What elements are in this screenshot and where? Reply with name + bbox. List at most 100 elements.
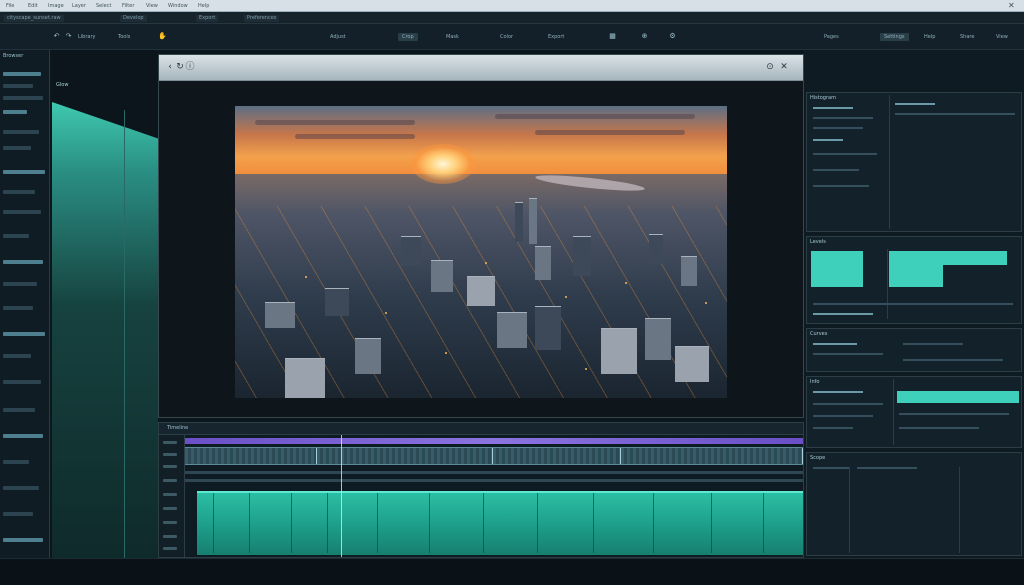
levels-swatch[interactable] [943, 251, 1007, 265]
panel-row[interactable] [3, 282, 37, 286]
keyframe[interactable] [377, 493, 378, 553]
settings-icon[interactable]: ⚙ [668, 32, 677, 41]
panel-row[interactable] [3, 512, 33, 516]
track-label[interactable] [163, 441, 177, 444]
keyframe[interactable] [537, 493, 538, 553]
toolbar-settings[interactable]: Settings [880, 33, 909, 41]
grid-icon[interactable]: ▦ [608, 32, 617, 41]
tab-export[interactable]: Export [196, 15, 219, 22]
panel-row[interactable] [3, 72, 41, 76]
track-row[interactable] [185, 479, 803, 482]
playhead[interactable] [341, 435, 342, 557]
keyframe[interactable] [483, 493, 484, 553]
keyframe[interactable] [327, 493, 328, 553]
clip-segment[interactable] [185, 448, 317, 464]
clip-segment[interactable] [317, 448, 493, 464]
panel-row[interactable] [3, 110, 27, 114]
clip-segment[interactable] [493, 448, 621, 464]
panel-row[interactable] [3, 84, 33, 88]
panel-row[interactable] [3, 306, 33, 310]
panel-row[interactable] [3, 146, 31, 150]
menu-filter[interactable]: Filter [122, 2, 134, 10]
back-icon[interactable]: ‹ [165, 62, 175, 72]
menu-edit[interactable]: Edit [28, 2, 38, 10]
toolbar-view[interactable]: View [996, 33, 1008, 41]
toolbar-mask[interactable]: Mask [446, 33, 459, 41]
track-label[interactable] [163, 521, 177, 524]
panel-row[interactable] [3, 260, 43, 264]
guide-line[interactable] [124, 110, 125, 558]
close-window-icon[interactable]: ✕ [1008, 2, 1016, 10]
toolbar-help[interactable]: Help [924, 33, 935, 41]
purple-audio-track[interactable] [185, 438, 803, 444]
video-clip-track[interactable] [185, 447, 803, 465]
keyframe[interactable] [429, 493, 430, 553]
panel-row[interactable] [3, 210, 41, 214]
track-label[interactable] [163, 507, 177, 510]
keyframe[interactable] [763, 493, 764, 553]
toolbar-pages[interactable]: Pages [824, 33, 839, 41]
toolbar-export[interactable]: Export [548, 33, 564, 41]
keyframe[interactable] [653, 493, 654, 553]
info-bar[interactable] [897, 391, 1019, 403]
close-icon[interactable]: ✕ [779, 62, 789, 72]
tab-preferences[interactable]: Preferences [244, 15, 280, 22]
viewer-canvas[interactable] [159, 81, 803, 417]
keyframe[interactable] [249, 493, 250, 553]
track-label[interactable] [163, 479, 177, 482]
clip-segment[interactable] [621, 448, 803, 464]
toolbar-crop[interactable]: Crop [398, 33, 418, 41]
panel-row[interactable] [3, 190, 35, 194]
levels-swatch[interactable] [811, 251, 863, 287]
menu-select[interactable]: Select [96, 2, 111, 10]
menu-layer[interactable]: Layer [72, 2, 86, 10]
track-label[interactable] [163, 493, 177, 496]
hand-icon[interactable]: ✋ [158, 32, 167, 41]
levels-swatch[interactable] [889, 251, 943, 287]
track-label[interactable] [163, 465, 177, 468]
tab-document[interactable]: cityscape_sunset.raw [4, 15, 64, 22]
keyframe[interactable] [291, 493, 292, 553]
toolbar-adjust[interactable]: Adjust [330, 33, 346, 41]
track-label[interactable] [163, 453, 177, 456]
track-row[interactable] [185, 471, 803, 474]
toolbar-library[interactable]: Library [78, 33, 95, 41]
track-label[interactable] [163, 535, 177, 538]
menu-image[interactable]: Image [48, 2, 64, 10]
zoom-icon[interactable]: ⊕ [640, 32, 649, 41]
menu-help[interactable]: Help [198, 2, 209, 10]
panel-row[interactable] [3, 170, 45, 174]
data-line [813, 303, 1013, 305]
building [355, 338, 381, 374]
toolbar-share[interactable]: Share [960, 33, 974, 41]
panel-row[interactable] [3, 486, 39, 490]
keyframe[interactable] [593, 493, 594, 553]
lock-icon[interactable]: ⊙ [765, 62, 775, 72]
menu-file[interactable]: File [6, 2, 14, 10]
tab-develop[interactable]: Develop [120, 15, 147, 22]
panel-row[interactable] [3, 434, 43, 438]
toolbar-tools[interactable]: Tools [118, 33, 130, 41]
panel-row[interactable] [3, 408, 35, 412]
keyframe[interactable] [711, 493, 712, 553]
info-icon[interactable]: ⓘ [185, 62, 195, 72]
teal-effect-track[interactable] [197, 491, 803, 555]
menu-window[interactable]: Window [168, 2, 188, 10]
panel-row[interactable] [3, 460, 29, 464]
panel-row[interactable] [3, 96, 43, 100]
menu-view[interactable]: View [146, 2, 158, 10]
track-label[interactable] [163, 547, 177, 550]
panel-row[interactable] [3, 130, 39, 134]
refresh-icon[interactable]: ↻ [175, 62, 185, 72]
cityscape-photo[interactable] [235, 106, 727, 398]
toolbar-color[interactable]: Color [500, 33, 513, 41]
divider [959, 467, 960, 553]
undo-icon[interactable]: ↶ [52, 32, 61, 41]
panel-row[interactable] [3, 354, 31, 358]
panel-row[interactable] [3, 332, 45, 336]
redo-icon[interactable]: ↷ [64, 32, 73, 41]
panel-row[interactable] [3, 380, 41, 384]
panel-row[interactable] [3, 538, 43, 542]
panel-row[interactable] [3, 234, 29, 238]
keyframe[interactable] [213, 493, 214, 553]
